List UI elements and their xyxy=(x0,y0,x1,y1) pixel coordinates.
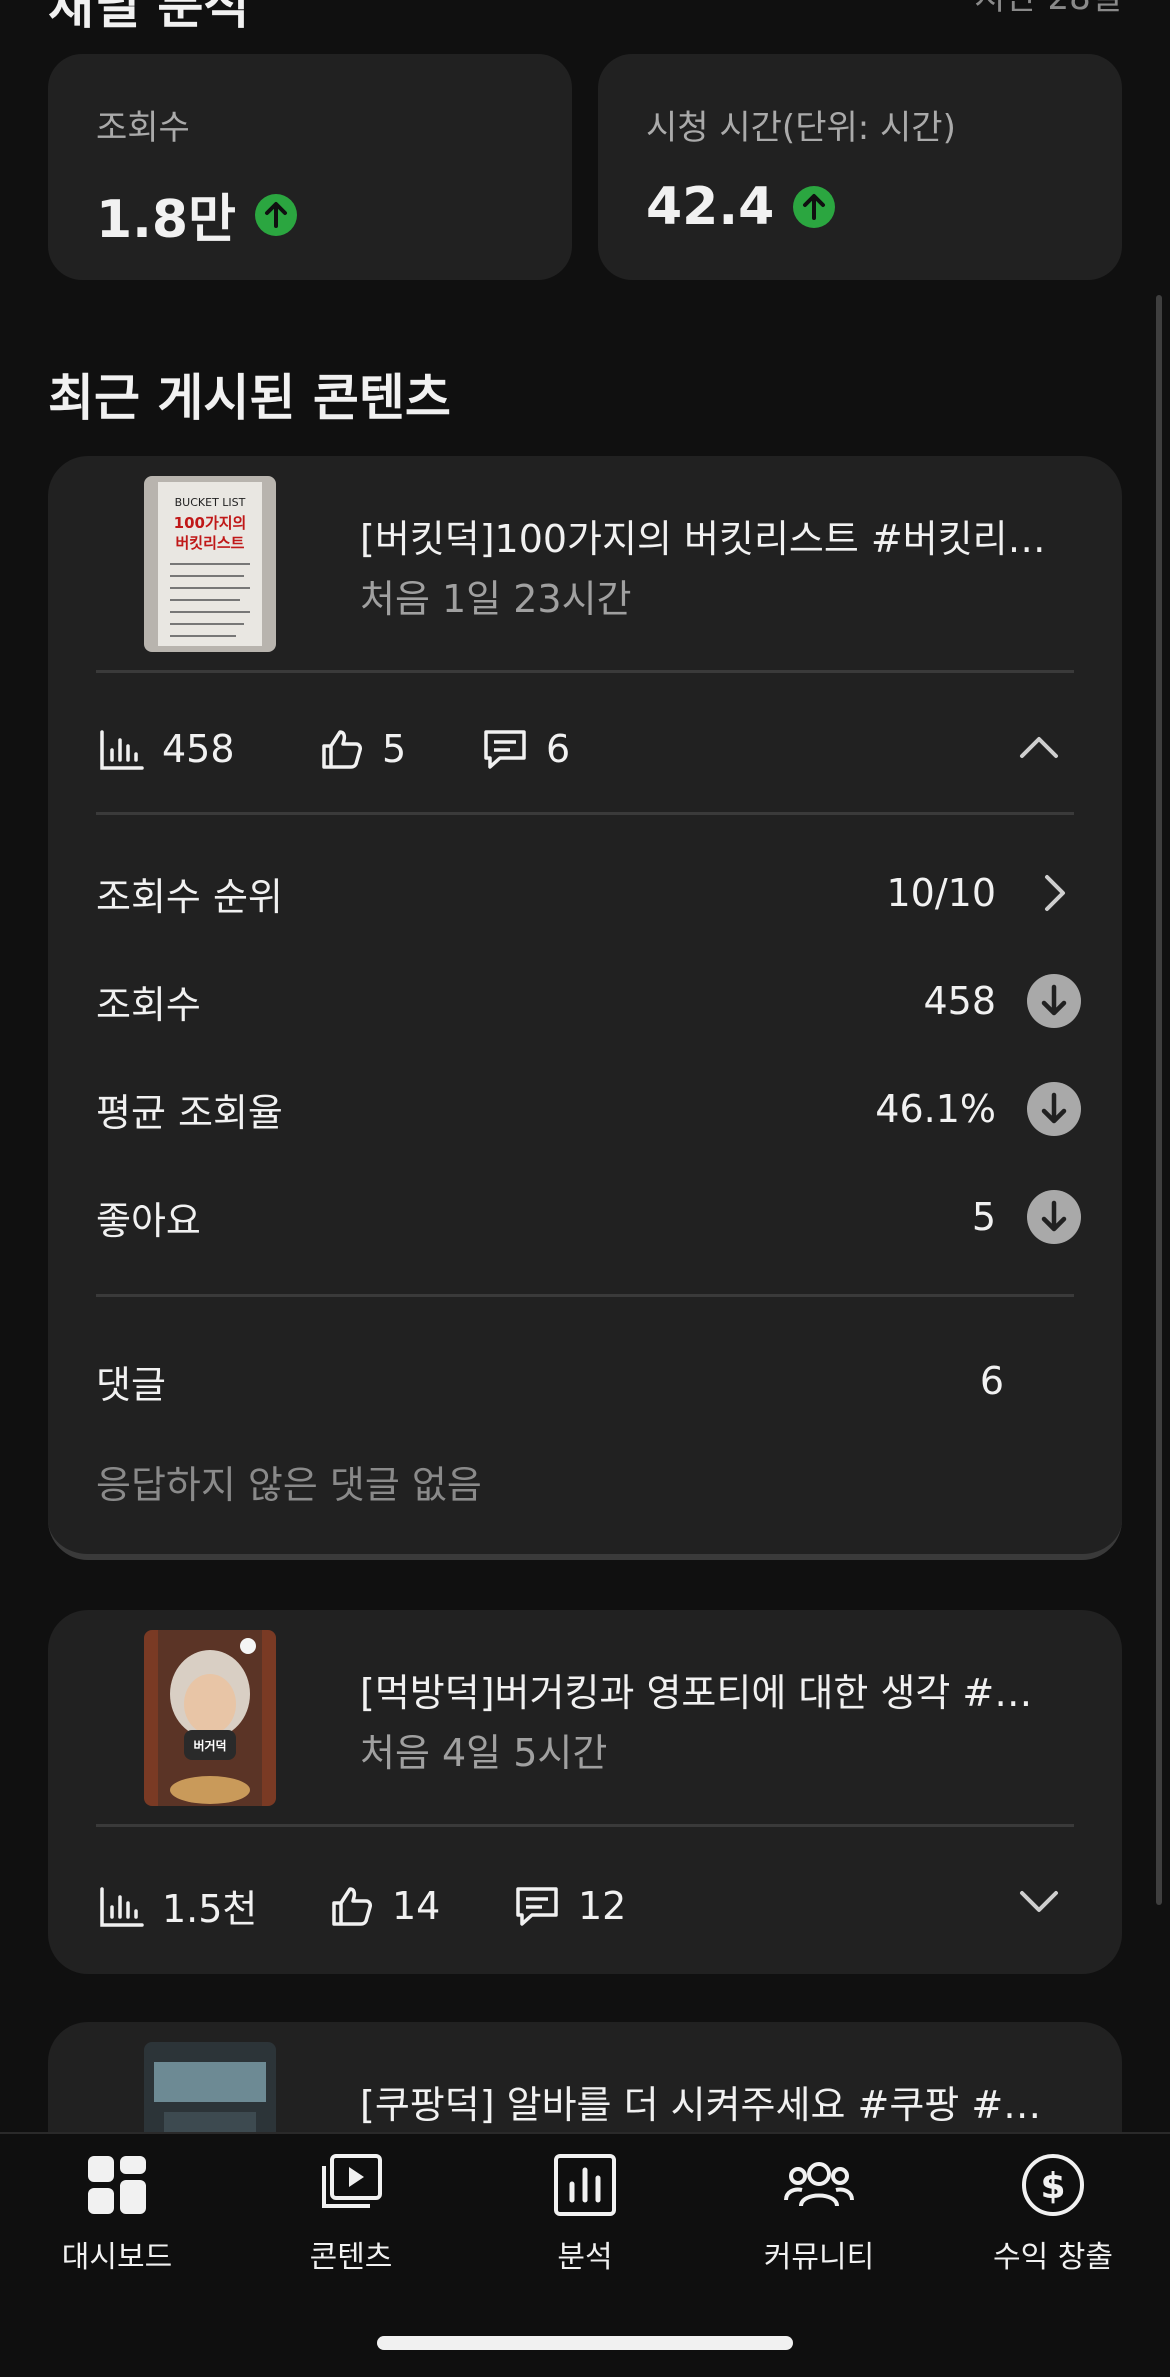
metrics-row: 1.5천 14 12 xyxy=(96,1878,626,1933)
detail-label: 조회수 xyxy=(96,982,201,1027)
comments-count: 12 xyxy=(578,1883,627,1928)
trend-down-icon xyxy=(1027,1082,1081,1136)
likes-count: 5 xyxy=(382,727,407,771)
divider xyxy=(96,1294,1074,1297)
home-indicator[interactable] xyxy=(377,2336,793,2350)
nav-label: 커뮤니티 xyxy=(763,2240,875,2275)
detail-label: 조회수 순위 xyxy=(96,874,283,919)
no-unreplied-comments-text: 응답하지 않은 댓글 없음 xyxy=(96,1463,482,1507)
community-icon xyxy=(784,2162,854,2207)
views-count: 458 xyxy=(162,727,235,771)
nav-item-analytics[interactable]: 분석 xyxy=(468,2150,702,2276)
video-age: 처음 1일 23시간 xyxy=(360,577,632,621)
monetization-icon: $ xyxy=(1022,2154,1084,2216)
detail-value: 6 xyxy=(979,1359,1004,1403)
nav-item-content[interactable]: 콘텐츠 xyxy=(234,2150,468,2276)
divider xyxy=(96,812,1074,815)
trend-up-icon xyxy=(793,186,836,228)
nav-label: 분석 xyxy=(557,2240,613,2275)
analytics-icon xyxy=(554,2154,616,2216)
svg-text:BUCKET LIST: BUCKET LIST xyxy=(175,496,246,509)
content-icon xyxy=(322,2154,382,2208)
views-row[interactable]: 조회수 458 xyxy=(96,966,1082,1036)
thumbs-up-icon xyxy=(322,730,362,769)
nav-item-dashboard[interactable]: 대시보드 xyxy=(0,2150,234,2276)
views-rank-row[interactable]: 조회수 순위 10/10 xyxy=(96,858,1082,928)
scrollbar[interactable] xyxy=(1156,295,1162,1905)
svg-text:$: $ xyxy=(1040,2166,1065,2207)
comments-count: 6 xyxy=(546,727,571,771)
detail-value: 458 xyxy=(923,979,996,1023)
comment-icon xyxy=(516,1886,558,1926)
thumbnail-image: BUCKET LIST 100가지의 버킷리스트 xyxy=(144,476,276,652)
chevron-right-icon[interactable] xyxy=(1026,865,1082,921)
video-age: 처음 4일 5시간 xyxy=(360,1731,608,1775)
trend-up-icon xyxy=(254,193,297,236)
nav-item-monetization[interactable]: $ 수익 창출 xyxy=(936,2150,1170,2276)
dashboard-icon xyxy=(88,2156,146,2214)
thumbnail-caption: 100가지의 xyxy=(174,514,247,532)
chevron-down-icon[interactable] xyxy=(1014,1876,1064,1926)
detail-label: 평균 조회율 xyxy=(96,1090,283,1135)
detail-label: 좋아요 xyxy=(96,1198,201,1243)
divider xyxy=(96,670,1074,673)
views-stat-card[interactable]: 조회수 1.8만 xyxy=(48,54,572,280)
video-title[interactable]: [쿠팡덕] 알바를 더 시켜주세요 #쿠팡 #알바 xyxy=(360,2074,1060,2129)
divider xyxy=(96,1824,1074,1827)
nav-item-community[interactable]: 커뮤니티 xyxy=(702,2150,936,2276)
comments-row[interactable]: 댓글 6 xyxy=(96,1346,1082,1416)
video-title[interactable]: [버킷덕]100가지의 버킷리스트 #버킷리스트 xyxy=(360,508,1060,563)
bar-chart-icon xyxy=(100,730,144,770)
stat-label: 시청 시간(단위: 시간) xyxy=(646,108,956,148)
detail-value: 46.1% xyxy=(875,1087,996,1131)
trend-down-icon xyxy=(1027,1190,1081,1244)
video-thumbnail[interactable]: 버거덕 xyxy=(144,1630,276,1806)
nav-label: 콘텐츠 xyxy=(309,2240,393,2275)
watch-time-stat-card[interactable]: 시청 시간(단위: 시간) 42.4 xyxy=(598,54,1122,280)
period-label: 지난 28일 xyxy=(974,0,1122,19)
video-title[interactable]: [먹방덕]버거킹과 영포티에 대한 생각 #먹방 xyxy=(360,1662,1060,1717)
video-card[interactable]: 버거덕 [먹방덕]버거킹과 영포티에 대한 생각 #먹방 처음 4일 5시간 1… xyxy=(48,1610,1122,1974)
thumbnail-caption: 버거덕 xyxy=(193,1738,226,1753)
trend-down-icon xyxy=(1027,974,1081,1028)
stat-value: 1.8만 xyxy=(96,190,236,250)
views-count: 1.5천 xyxy=(162,1887,258,1931)
likes-count: 14 xyxy=(392,1883,441,1928)
nav-label: 수익 창출 xyxy=(993,2240,1113,2275)
likes-row[interactable]: 좋아요 5 xyxy=(96,1182,1082,1252)
stat-value: 42.4 xyxy=(646,177,775,237)
stat-label: 조회수 xyxy=(96,108,190,148)
detail-value: 10/10 xyxy=(886,871,996,915)
video-thumbnail[interactable]: BUCKET LIST 100가지의 버킷리스트 xyxy=(144,476,276,652)
metrics-row: 458 5 6 xyxy=(96,724,570,774)
thumbs-up-icon xyxy=(332,1886,372,1926)
bar-chart-icon xyxy=(100,1886,144,1927)
avg-view-rate-row[interactable]: 평균 조회율 46.1% xyxy=(96,1074,1082,1144)
thumbnail-image: 버거덕 xyxy=(144,1630,276,1806)
video-card[interactable]: BUCKET LIST 100가지의 버킷리스트 [버킷덕]100가지의 버킷리… xyxy=(48,456,1122,1560)
channel-analytics-heading: 채널 분석 xyxy=(48,0,250,35)
detail-label: 댓글 xyxy=(96,1362,166,1407)
nav-label: 대시보드 xyxy=(61,2240,173,2275)
detail-value: 5 xyxy=(971,1195,996,1239)
section-title: 최근 게시된 콘텐츠 xyxy=(48,369,451,427)
chevron-up-icon[interactable] xyxy=(1014,722,1064,772)
svg-text:버킷리스트: 버킷리스트 xyxy=(175,534,244,552)
comment-icon xyxy=(484,730,526,769)
